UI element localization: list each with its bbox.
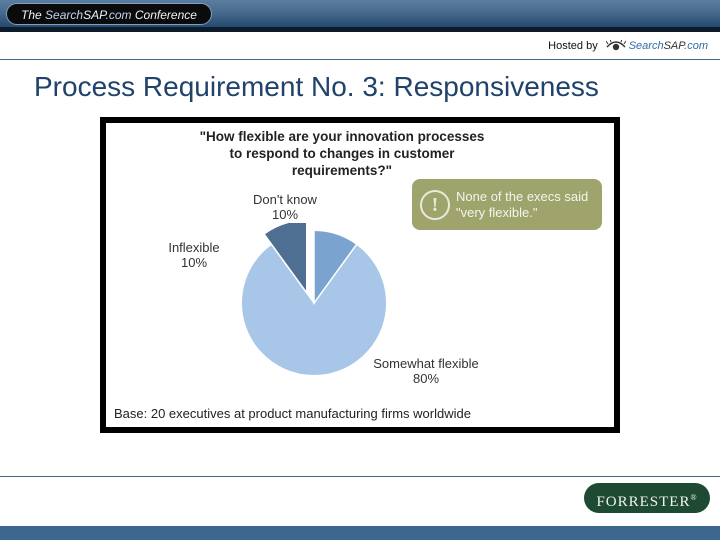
host-brand-sap: SAP xyxy=(664,40,685,52)
footer-stripe xyxy=(0,526,720,540)
conference-brand-com: .com xyxy=(106,8,132,22)
label-inflexible: Inflexible 10% xyxy=(154,241,234,271)
chart-question: "How flexible are your innovation proces… xyxy=(192,129,492,180)
chart-base-note: Base: 20 executives at product manufactu… xyxy=(114,406,471,421)
footer: FORRESTER® xyxy=(0,476,720,522)
eye-icon xyxy=(606,40,626,52)
conference-brand-sap: SAP xyxy=(83,8,105,22)
label-inflexible-pct: 10% xyxy=(154,256,234,271)
trademark-symbol: ® xyxy=(690,493,697,502)
conference-logo: The SearchSAP.com Conference xyxy=(6,3,212,25)
host-logo: SearchSAP.com xyxy=(606,40,708,52)
forrester-text: FORRESTER xyxy=(596,494,690,510)
host-brand-com: .com xyxy=(684,40,708,52)
label-dont-know-pct: 10% xyxy=(240,208,330,223)
chart-frame: "How flexible are your innovation proces… xyxy=(100,117,620,433)
exclamation-icon: ! xyxy=(420,190,450,220)
label-dont-know-text: Don't know xyxy=(253,192,317,207)
label-somewhat-text: Somewhat flexible xyxy=(373,356,479,371)
callout-text: None of the execs said "very flexible." xyxy=(456,189,588,220)
conference-suffix: Conference xyxy=(135,8,197,22)
label-somewhat-pct: 80% xyxy=(366,372,486,387)
label-inflexible-text: Inflexible xyxy=(168,240,219,255)
slide-title: Process Requirement No. 3: Responsivenes… xyxy=(0,60,720,111)
conference-prefix: The xyxy=(21,8,42,22)
label-somewhat-flexible: Somewhat flexible 80% xyxy=(366,357,486,387)
chart-callout: ! None of the execs said "very flexible.… xyxy=(412,179,602,230)
conference-brand-search: Search xyxy=(45,8,83,22)
hosted-by-row: Hosted by SearchSAP.com xyxy=(0,32,720,60)
forrester-logo: FORRESTER® xyxy=(584,483,710,513)
label-dont-know: Don't know 10% xyxy=(240,193,330,223)
header-bar: The SearchSAP.com Conference xyxy=(0,0,720,32)
hosted-by-label: Hosted by xyxy=(548,40,598,52)
host-brand-search: Search xyxy=(629,40,664,52)
